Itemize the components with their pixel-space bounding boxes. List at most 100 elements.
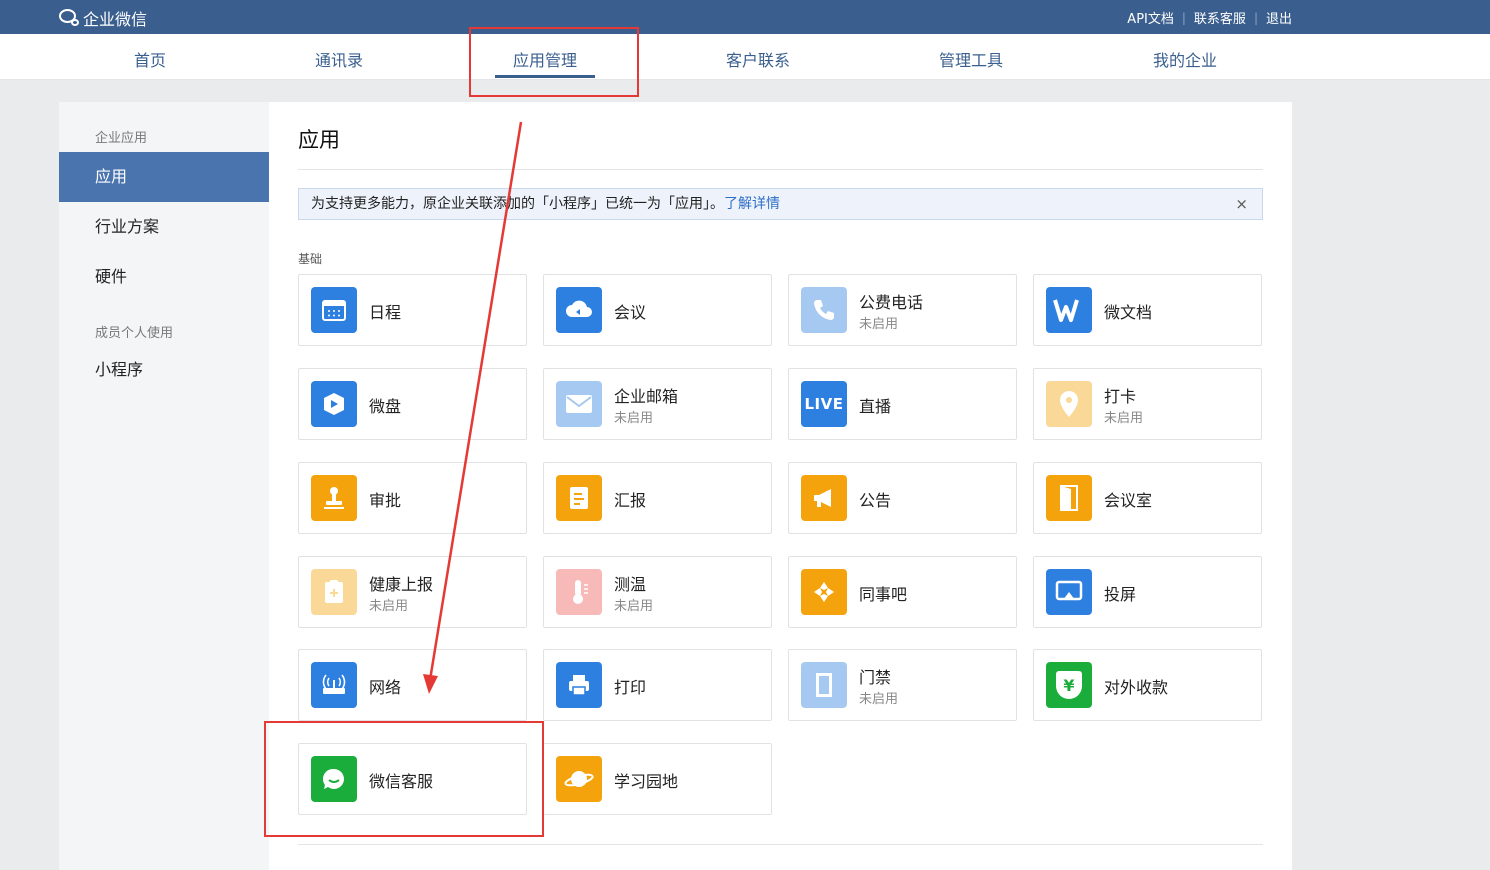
app-card-paid-phone[interactable]: 公费电话 未启用 <box>788 274 1017 346</box>
app-status: 未启用 <box>859 317 899 332</box>
megaphone-icon <box>801 475 847 521</box>
nav-customer-contact[interactable]: 客户联系 <box>726 47 790 71</box>
door-icon <box>1046 475 1092 521</box>
app-card-colleague-forum[interactable]: 同事吧 <box>788 556 1017 628</box>
screen-cast-icon <box>1046 569 1092 615</box>
notice-banner: 为支持更多能力，原企业关联添加的「小程序」已统一为「应用」。了解详情 × <box>298 188 1263 220</box>
brand-name: 企业微信 <box>83 10 148 29</box>
app-card-mail[interactable]: 企业邮箱 未启用 <box>543 368 772 440</box>
mail-icon <box>556 381 602 427</box>
app-name: 公告 <box>859 491 892 510</box>
app-status: 未启用 <box>1104 411 1144 426</box>
divider <box>298 169 1263 170</box>
top-bar: 企业微信 API文档 | 联系客服 | 退出 <box>0 0 1490 34</box>
app-card-announcement[interactable]: 公告 <box>788 462 1017 534</box>
app-card-check-in[interactable]: 打卡 未启用 <box>1033 368 1262 440</box>
nav-contacts[interactable]: 通讯录 <box>315 47 363 71</box>
health-report-icon <box>311 569 357 615</box>
top-links: API文档 | 联系客服 | 退出 <box>1127 8 1292 28</box>
live-icon: LIVE <box>801 381 847 427</box>
app-status: 未启用 <box>369 599 409 614</box>
sidebar-group-title: 企业应用 <box>95 131 148 146</box>
app-name: 公费电话 <box>859 293 924 312</box>
app-name: 微盘 <box>369 397 402 416</box>
api-docs-link[interactable]: API文档 <box>1127 8 1174 27</box>
printer-icon <box>556 662 602 708</box>
app-name: 网络 <box>369 678 402 697</box>
drive-icon <box>311 381 357 427</box>
close-icon[interactable]: × <box>1235 189 1248 219</box>
wecom-logo-icon <box>58 8 80 28</box>
sidebar-item-hardware[interactable]: 硬件 <box>59 252 269 302</box>
payment-badge: ¥ <box>1056 671 1082 699</box>
app-status: 未启用 <box>614 411 654 426</box>
access-door-icon <box>801 662 847 708</box>
app-card-external-payment[interactable]: ¥ 对外收款 <box>1033 649 1262 721</box>
app-status: 未启用 <box>859 692 899 707</box>
cloud-meeting-icon <box>556 287 602 333</box>
app-name: 测温 <box>614 575 647 594</box>
app-card-learning-garden[interactable]: 学习园地 <box>543 743 772 815</box>
app-name: 日程 <box>369 303 402 322</box>
app-name: 学习园地 <box>614 772 679 791</box>
brand-logo[interactable]: 企业微信 <box>58 6 147 30</box>
app-card-temperature[interactable]: 测温 未启用 <box>543 556 772 628</box>
page-title: 应用 <box>298 128 340 152</box>
nav-home[interactable]: 首页 <box>134 47 166 71</box>
app-card-meeting[interactable]: 会议 <box>543 274 772 346</box>
notice-text: 为支持更多能力，原企业关联添加的「小程序」已统一为「应用」。 <box>311 196 724 212</box>
divider: | <box>1253 10 1258 25</box>
live-badge: LIVE <box>804 395 844 413</box>
app-card-live[interactable]: LIVE 直播 <box>788 368 1017 440</box>
highlight-box-wechat-service <box>264 721 544 837</box>
sidebar: 企业应用 应用 行业方案 硬件 成员个人使用 小程序 <box>59 102 269 870</box>
app-card-report[interactable]: 汇报 <box>543 462 772 534</box>
app-card-meeting-room[interactable]: 会议室 <box>1033 462 1262 534</box>
learn-more-link[interactable]: 了解详情 <box>724 196 780 212</box>
payment-yen-icon: ¥ <box>1046 662 1092 708</box>
app-name: 审批 <box>369 491 402 510</box>
app-name: 门禁 <box>859 668 892 687</box>
app-card-screen-cast[interactable]: 投屏 <box>1033 556 1262 628</box>
app-card-approval[interactable]: 审批 <box>298 462 527 534</box>
section-label: 基础 <box>298 252 323 266</box>
app-card-access-control[interactable]: 门禁 未启用 <box>788 649 1017 721</box>
app-card-network[interactable]: 网络 <box>298 649 527 721</box>
app-card-docs[interactable]: 微文档 <box>1033 274 1262 346</box>
logout-link[interactable]: 退出 <box>1266 8 1292 27</box>
app-status: 未启用 <box>614 599 654 614</box>
app-name: 打卡 <box>1104 387 1137 406</box>
divider <box>298 844 1263 845</box>
contact-support-link[interactable]: 联系客服 <box>1194 8 1246 27</box>
nav-management-tools[interactable]: 管理工具 <box>939 47 1003 71</box>
app-card-print[interactable]: 打印 <box>543 649 772 721</box>
sidebar-item-mini-programs[interactable]: 小程序 <box>59 345 269 395</box>
app-name: 汇报 <box>614 491 647 510</box>
main-nav: 首页 通讯录 应用管理 客户联系 管理工具 我的企业 <box>0 34 1490 80</box>
app-card-drive[interactable]: 微盘 <box>298 368 527 440</box>
app-card-schedule[interactable]: 日程 <box>298 274 527 346</box>
sidebar-item-industry-solutions[interactable]: 行业方案 <box>59 202 269 252</box>
colleague-forum-icon <box>801 569 847 615</box>
location-pin-icon <box>1046 381 1092 427</box>
divider: | <box>1181 10 1186 25</box>
report-icon <box>556 475 602 521</box>
nav-my-company[interactable]: 我的企业 <box>1153 47 1217 71</box>
stamp-icon <box>311 475 357 521</box>
app-name: 投屏 <box>1104 585 1137 604</box>
phone-icon <box>801 287 847 333</box>
document-w-icon <box>1046 287 1092 333</box>
calendar-icon <box>311 287 357 333</box>
highlight-box-nav <box>469 27 639 97</box>
planet-icon <box>556 756 602 802</box>
app-name: 打印 <box>614 678 647 697</box>
thermometer-icon <box>556 569 602 615</box>
router-icon <box>311 662 357 708</box>
app-name: 企业邮箱 <box>614 387 679 406</box>
app-name: 健康上报 <box>369 575 434 594</box>
app-name: 会议 <box>614 303 647 322</box>
app-name: 对外收款 <box>1104 678 1169 697</box>
sidebar-item-apps[interactable]: 应用 <box>59 152 269 202</box>
app-card-health-report[interactable]: 健康上报 未启用 <box>298 556 527 628</box>
main-panel: 企业应用 应用 行业方案 硬件 成员个人使用 小程序 应用 为支持更多能力，原企… <box>59 102 1292 870</box>
